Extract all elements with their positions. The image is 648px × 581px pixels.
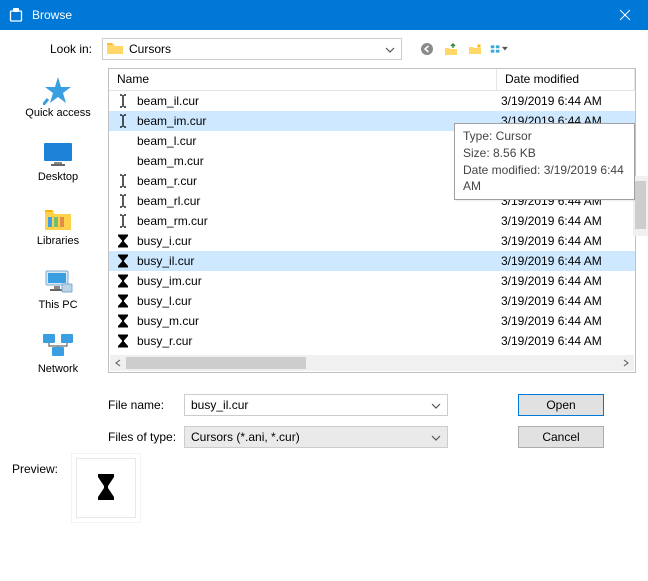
- scroll-left-icon[interactable]: [110, 355, 126, 371]
- quick-access-icon: [13, 73, 103, 107]
- preview-label: Preview:: [12, 458, 58, 476]
- app-icon: [8, 7, 24, 23]
- column-header-date[interactable]: Date modified: [497, 69, 635, 90]
- file-name: busy_m.cur: [137, 314, 199, 328]
- file-name: busy_r.cur: [137, 334, 192, 348]
- file-date: 3/19/2019 6:44 AM: [497, 294, 635, 308]
- view-menu-icon[interactable]: [490, 40, 508, 58]
- file-date: 3/19/2019 6:44 AM: [497, 234, 635, 248]
- lookin-label: Look in:: [12, 42, 102, 56]
- network-icon: [13, 329, 103, 363]
- filename-label: File name:: [108, 398, 184, 412]
- scroll-right-icon[interactable]: [618, 355, 634, 371]
- place-libraries[interactable]: Libraries: [12, 196, 104, 254]
- file-date: 3/19/2019 6:44 AM: [497, 254, 635, 268]
- vertical-scrollbar[interactable]: [633, 176, 648, 236]
- file-row[interactable]: beam_il.cur 3/19/2019 6:44 AM: [109, 91, 635, 111]
- file-name: beam_rl.cur: [137, 194, 200, 208]
- hourglass-icon: [115, 293, 131, 309]
- filename-combo[interactable]: busy_il.cur: [184, 394, 448, 416]
- close-button[interactable]: [602, 0, 648, 30]
- cancel-button[interactable]: Cancel: [518, 426, 604, 448]
- file-name: busy_l.cur: [137, 294, 192, 308]
- hourglass-icon: [115, 313, 131, 329]
- place-desktop[interactable]: Desktop: [12, 132, 104, 190]
- libraries-icon: [13, 201, 103, 235]
- file-name: beam_l.cur: [137, 134, 196, 148]
- file-date: 3/19/2019 6:44 AM: [497, 334, 635, 348]
- file-name: beam_il.cur: [137, 94, 199, 108]
- place-quick-access[interactable]: Quick access: [12, 68, 104, 126]
- file-date: 3/19/2019 6:44 AM: [497, 274, 635, 288]
- file-row[interactable]: busy_i.cur 3/19/2019 6:44 AM: [109, 231, 635, 251]
- file-tooltip: Type: Cursor Size: 8.56 KB Date modified…: [454, 123, 635, 200]
- file-name: busy_il.cur: [137, 254, 194, 268]
- hourglass-icon: [115, 333, 131, 349]
- filetype-label: Files of type:: [108, 430, 184, 444]
- hourglass-icon: [115, 273, 131, 289]
- file-name: busy_i.cur: [137, 234, 192, 248]
- file-name: beam_m.cur: [137, 154, 204, 168]
- ibeam-icon: [115, 213, 131, 229]
- new-folder-icon[interactable]: [466, 40, 484, 58]
- file-row[interactable]: busy_il.cur 3/19/2019 6:44 AM: [109, 251, 635, 271]
- nav-back-icon[interactable]: [418, 40, 436, 58]
- filetype-combo[interactable]: Cursors (*.ani, *.cur): [184, 426, 448, 448]
- this-pc-icon: [13, 265, 103, 299]
- file-listview[interactable]: Name Date modified beam_il.cur 3/19/2019 …: [108, 68, 636, 373]
- file-row[interactable]: busy_r.cur 3/19/2019 6:44 AM: [109, 331, 635, 351]
- ibeam-icon: [115, 193, 131, 209]
- ibeam-icon: [115, 113, 131, 129]
- file-row[interactable]: busy_l.cur 3/19/2019 6:44 AM: [109, 291, 635, 311]
- file-name: beam_im.cur: [137, 114, 206, 128]
- hourglass-icon: [115, 253, 131, 269]
- file-row[interactable]: busy_m.cur 3/19/2019 6:44 AM: [109, 311, 635, 331]
- place-this-pc[interactable]: This PC: [12, 260, 104, 318]
- preview-box: [76, 458, 136, 518]
- horizontal-scrollbar[interactable]: [110, 355, 634, 371]
- up-one-level-icon[interactable]: [442, 40, 460, 58]
- file-row[interactable]: beam_rm.cur 3/19/2019 6:44 AM: [109, 211, 635, 231]
- ibeam-icon: [115, 173, 131, 189]
- file-date: 3/19/2019 6:44 AM: [497, 94, 635, 108]
- blank-icon: [115, 153, 131, 169]
- file-date: 3/19/2019 6:44 AM: [497, 214, 635, 228]
- places-bar: Quick access Desktop Libraries: [12, 68, 104, 382]
- titlebar[interactable]: Browse: [0, 0, 648, 30]
- blank-icon: [115, 133, 131, 149]
- lookin-value: Cursors: [129, 42, 171, 56]
- hourglass-icon: [96, 473, 116, 504]
- chevron-down-icon: [431, 398, 441, 412]
- folder-icon: [107, 41, 123, 57]
- window-title: Browse: [32, 8, 602, 22]
- chevron-down-icon: [431, 430, 441, 444]
- ibeam-icon: [115, 93, 131, 109]
- file-date: 3/19/2019 6:44 AM: [497, 314, 635, 328]
- scrollbar-thumb[interactable]: [126, 357, 306, 369]
- hourglass-icon: [115, 233, 131, 249]
- desktop-icon: [13, 137, 103, 171]
- place-network[interactable]: Network: [12, 324, 104, 382]
- open-button[interactable]: Open: [518, 394, 604, 416]
- file-name: beam_r.cur: [137, 174, 197, 188]
- file-row[interactable]: busy_im.cur 3/19/2019 6:44 AM: [109, 271, 635, 291]
- chevron-down-icon: [385, 42, 397, 56]
- file-name: beam_rm.cur: [137, 214, 208, 228]
- column-header-name[interactable]: Name: [109, 69, 497, 90]
- lookin-combo[interactable]: Cursors: [102, 38, 402, 60]
- file-name: busy_im.cur: [137, 274, 202, 288]
